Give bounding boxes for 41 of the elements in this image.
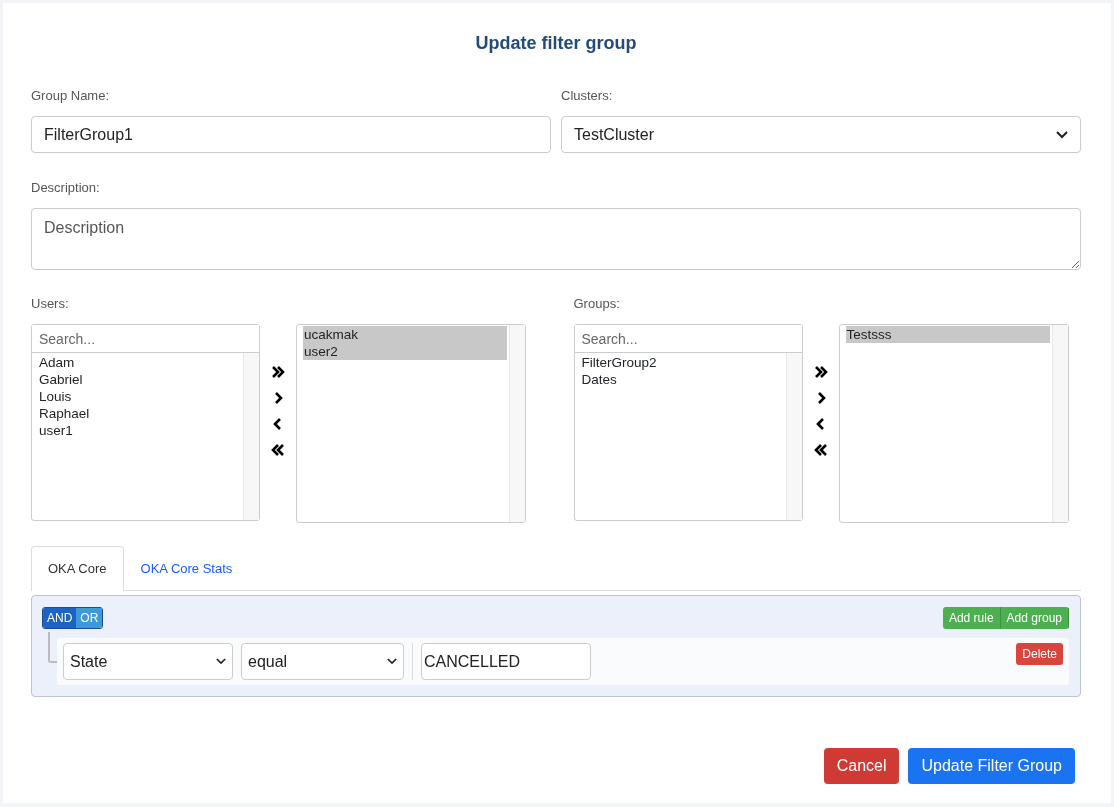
tab[interactable]: OKA Core <box>31 546 124 591</box>
value-field[interactable]: CANCELLED <box>421 643 591 680</box>
field-label: Groups: <box>573 296 621 311</box>
operator-dropdown[interactable]: equal <box>241 643 404 680</box>
list-item[interactable]: FilterGroup2 <box>580 354 784 371</box>
delete-button[interactable]: Delete <box>1016 643 1063 665</box>
field-label: Users: <box>31 296 70 311</box>
search-field[interactable]: Search... <box>32 325 259 353</box>
list-item[interactable]: Dates <box>580 371 784 388</box>
double-chevron-right-icon[interactable] <box>813 365 828 378</box>
description-field[interactable]: Description <box>31 208 1081 270</box>
list-item[interactable]: Gabriel <box>38 371 241 388</box>
chevron-down-icon <box>387 658 397 665</box>
chevron-right-icon[interactable] <box>815 391 826 404</box>
double-chevron-right-icon[interactable] <box>271 365 285 378</box>
tab[interactable]: OKA Core Stats <box>123 546 250 590</box>
chevron-right-icon[interactable] <box>273 391 283 404</box>
chevron-down-icon <box>1056 130 1068 139</box>
form-button[interactable]: Update Filter Group <box>908 748 1075 784</box>
list-item[interactable]: Adam <box>38 354 241 371</box>
search-field[interactable]: Search... <box>574 325 802 353</box>
list-item[interactable]: Testsss <box>845 326 1050 343</box>
form-title: Update filter group <box>474 33 638 54</box>
list-item[interactable]: user1 <box>38 422 241 439</box>
form-button[interactable]: Cancel <box>823 748 900 784</box>
field-label: Group Name: <box>31 88 111 103</box>
list-item[interactable]: Louis <box>38 388 241 405</box>
field-label: Description: <box>31 180 101 195</box>
double-chevron-left-icon[interactable] <box>813 443 828 456</box>
double-chevron-left-icon[interactable] <box>271 443 285 456</box>
list-item[interactable]: Raphael <box>38 405 241 422</box>
field-label: Clusters: <box>561 88 614 103</box>
condition-toggle[interactable]: AND <box>43 608 77 628</box>
list-item[interactable]: ucakmak <box>303 326 507 343</box>
group-name-field[interactable]: FilterGroup1 <box>31 116 551 153</box>
chevron-left-icon[interactable] <box>815 417 826 430</box>
list-item[interactable]: user2 <box>303 343 507 360</box>
chevron-down-icon <box>216 658 226 665</box>
clusters-dropdown[interactable]: TestCluster <box>561 116 1081 153</box>
field-dropdown[interactable]: State <box>63 643 233 680</box>
chevron-left-icon[interactable] <box>273 417 283 430</box>
